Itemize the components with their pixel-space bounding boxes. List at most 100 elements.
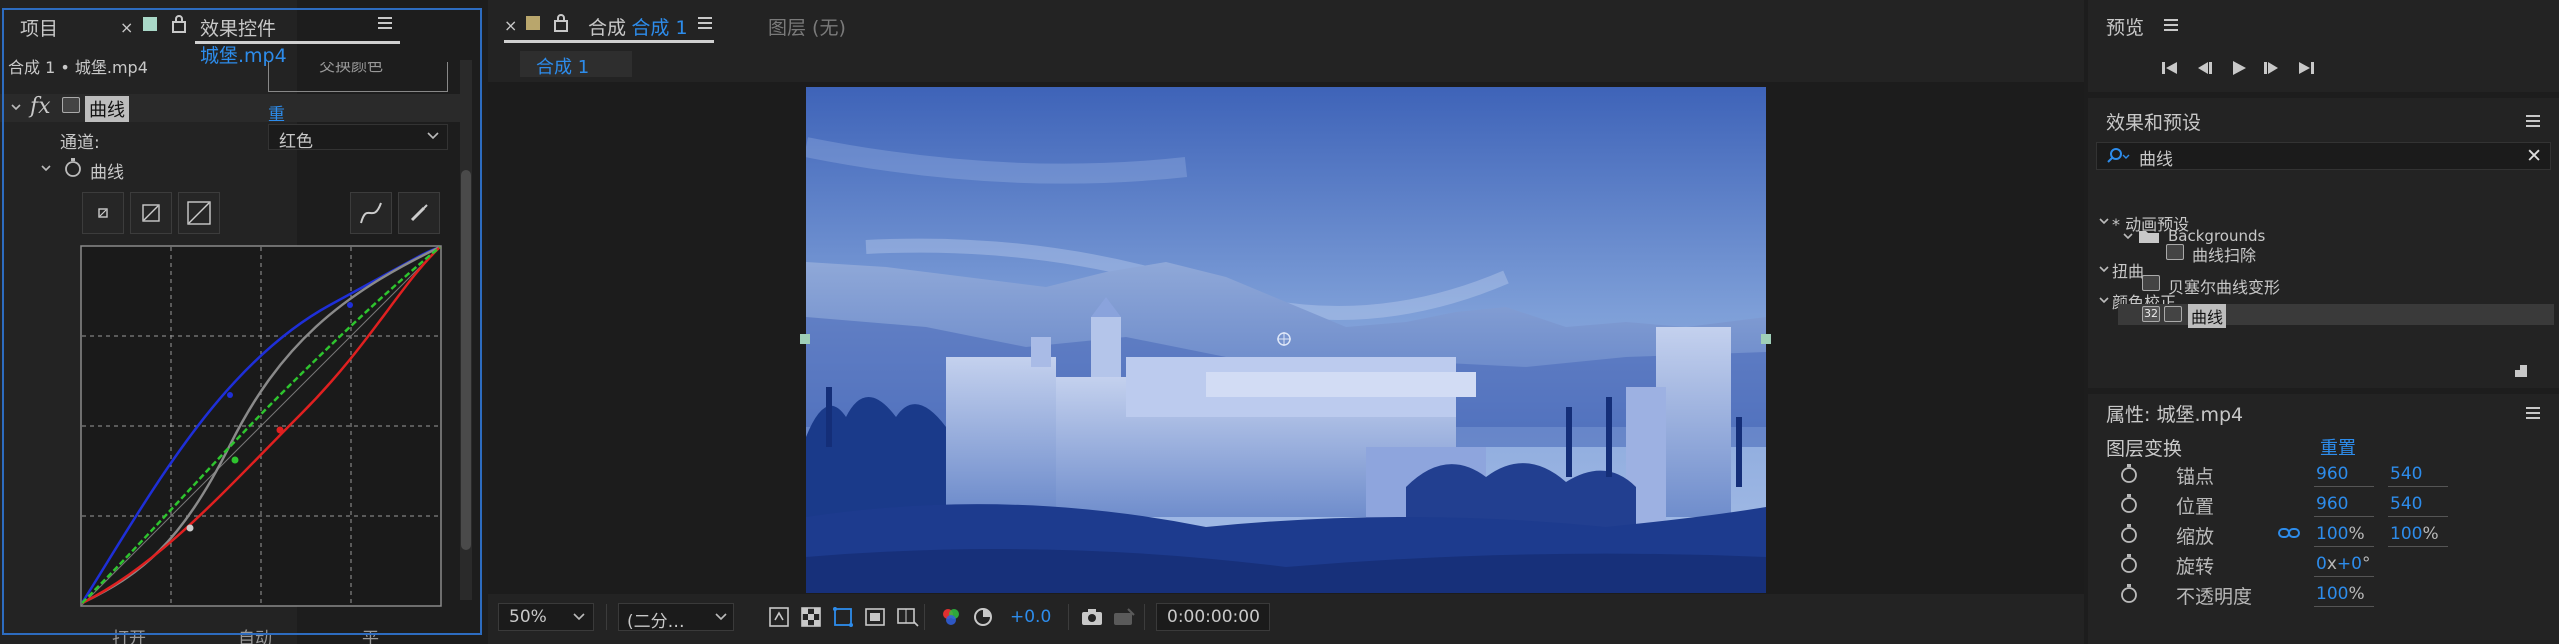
timecode-value: 0:00:00:00 <box>1167 607 1260 627</box>
lock-icon[interactable] <box>554 14 568 32</box>
anchor-stopwatch-icon[interactable] <box>2120 464 2138 484</box>
opacity-value[interactable]: 100% <box>2316 584 2365 604</box>
timecode-field[interactable]: 0:00:00:00 <box>1156 603 1270 631</box>
folder-icon <box>2138 228 2160 244</box>
tree-chevron-icon[interactable] <box>2098 215 2110 227</box>
rotation-degrees-unit: ° <box>2361 554 2371 574</box>
value-underline <box>2314 516 2374 517</box>
tree-item-curves[interactable]: 曲线 <box>2188 304 2227 328</box>
scale-stopwatch-icon[interactable] <box>2120 524 2138 544</box>
exposure-value[interactable]: +0.0 <box>1010 607 1051 627</box>
effects-search-box[interactable]: 曲线 ✕ <box>2096 142 2551 170</box>
rotation-degrees: +0 <box>2336 554 2362 574</box>
zoom-dropdown[interactable]: 50% <box>498 603 594 631</box>
tree-item-selected-row[interactable] <box>2118 304 2554 325</box>
chevron-down-icon <box>573 612 585 622</box>
right-transform-handle[interactable] <box>1761 334 1771 344</box>
position-x[interactable]: 960 <box>2316 494 2348 514</box>
tree-chevron-icon[interactable] <box>2098 294 2110 306</box>
properties-title: 属性: 城堡.mp4 <box>2106 404 2244 426</box>
exposure-reset-icon[interactable] <box>972 606 994 628</box>
first-frame-icon[interactable] <box>2160 60 2180 76</box>
fast-preview-icon[interactable] <box>768 606 790 628</box>
composition-subtab[interactable]: 合成 1 <box>520 51 632 78</box>
next-frame-icon[interactable] <box>2262 60 2282 76</box>
position-stopwatch-icon[interactable] <box>2120 494 2138 514</box>
transform-reset-link[interactable]: 重置 <box>2320 434 2356 460</box>
grid-guides-icon[interactable] <box>896 606 920 628</box>
tree-item-curves-label: 曲线 <box>2191 308 2224 327</box>
scale-y-value: 100 <box>2390 524 2423 544</box>
rotation-label: 旋转 <box>2176 556 2215 578</box>
position-y[interactable]: 540 <box>2390 494 2422 514</box>
anchor-point-y[interactable]: 540 <box>2390 464 2422 484</box>
resolution-dropdown[interactable]: (二分… <box>618 603 734 632</box>
panel-menu-icon[interactable] <box>2526 406 2540 420</box>
snapshot-camera-icon[interactable] <box>1080 606 1104 628</box>
opacity-unit: % <box>2348 584 2365 604</box>
scale-x[interactable]: 100% <box>2316 524 2365 544</box>
clear-search-icon[interactable]: ✕ <box>2526 145 2542 167</box>
scale-label: 缩放 <box>2176 526 2215 548</box>
value-underline <box>2388 486 2448 487</box>
toolbar-divider <box>1144 604 1145 630</box>
search-icon <box>2105 147 2131 165</box>
previous-frame-icon[interactable] <box>2194 60 2214 76</box>
play-icon[interactable] <box>2230 60 2248 76</box>
value-underline <box>2388 546 2448 547</box>
effect-controls-panel: 项目 × 效果控件城堡.mp4 合成 1 • 城堡.mp4 交换颜色 fx 曲线… <box>0 0 482 644</box>
rotation-value[interactable]: 0x+0° <box>2316 554 2370 574</box>
anchor-point-label: 锚点 <box>2176 466 2215 488</box>
value-underline <box>2314 576 2374 577</box>
value-underline <box>2314 606 2374 607</box>
rotation-stopwatch-icon[interactable] <box>2120 554 2138 574</box>
value-underline <box>2314 546 2374 547</box>
anchor-point-icon[interactable] <box>1276 331 1292 347</box>
close-icon[interactable]: × <box>504 16 517 35</box>
composition-tab-prefix: 合成 <box>588 17 627 39</box>
new-folder-icon[interactable] <box>2512 362 2530 380</box>
panel-menu-icon[interactable] <box>698 16 712 30</box>
constrain-proportions-link-icon[interactable] <box>2278 526 2300 540</box>
zoom-value: 50% <box>509 607 547 627</box>
bit-depth-32-badge: 32 <box>2142 306 2160 322</box>
preview-title: 预览 <box>2106 17 2145 39</box>
tree-item-bezier-warp[interactable]: 贝塞尔曲线变形 <box>2168 274 2280 298</box>
layer-tab[interactable]: 图层 (无) <box>768 13 846 40</box>
effects-presets-panel: 效果和预设 曲线 ✕ * 动画预设 Backgrounds 曲线扫除 扭曲 贝塞… <box>2088 98 2559 388</box>
channel-rgb-icon[interactable] <box>940 606 962 628</box>
effects-search-value: 曲线 <box>2139 150 2173 170</box>
anchor-point-x[interactable]: 960 <box>2316 464 2348 484</box>
toolbar-divider <box>1068 604 1069 630</box>
bit-depth-32-label: 32 <box>2144 307 2158 320</box>
tree-chevron-icon[interactable] <box>2122 230 2134 242</box>
show-snapshot-icon[interactable] <box>1112 606 1136 628</box>
composition-tab-name: 合成 1 <box>631 17 688 39</box>
composition-panel: × 合成 合成 1 图层 (无) 合成 1 50% (二分… +0.0 0:00… <box>488 0 2084 644</box>
value-underline <box>2388 516 2448 517</box>
layer-transform-section: 图层变换 <box>2106 438 2183 460</box>
value-underline <box>2314 486 2374 487</box>
panel-menu-icon[interactable] <box>2164 18 2178 32</box>
transparency-grid-icon[interactable] <box>800 606 822 628</box>
opacity-stopwatch-icon[interactable] <box>2120 584 2138 604</box>
panel-menu-icon[interactable] <box>2526 114 2540 128</box>
composition-tab[interactable]: 合成 合成 1 <box>588 13 688 40</box>
tree-item-curve-sweep[interactable]: 曲线扫除 <box>2192 242 2256 266</box>
mask-visibility-icon[interactable] <box>832 606 854 628</box>
resolution-value: (二分… <box>627 612 685 632</box>
toolbar-divider <box>924 604 925 630</box>
scale-x-value: 100 <box>2316 524 2349 544</box>
rotation-turns: 0 <box>2316 554 2327 574</box>
region-of-interest-icon[interactable] <box>864 606 886 628</box>
tree-item-distort[interactable]: 扭曲 <box>2112 258 2144 282</box>
last-frame-icon[interactable] <box>2296 60 2316 76</box>
effect-icon <box>2164 306 2182 322</box>
scale-y[interactable]: 100% <box>2390 524 2439 544</box>
properties-panel: 属性: 城堡.mp4 图层变换 重置 锚点 960 540 位置 960 540… <box>2088 394 2559 644</box>
active-tab-underline <box>504 40 714 43</box>
rotation-turns-unit: x <box>2326 554 2337 574</box>
tree-chevron-icon[interactable] <box>2098 263 2110 275</box>
left-transform-handle[interactable] <box>800 334 810 344</box>
panel-focus-border <box>2 8 482 635</box>
